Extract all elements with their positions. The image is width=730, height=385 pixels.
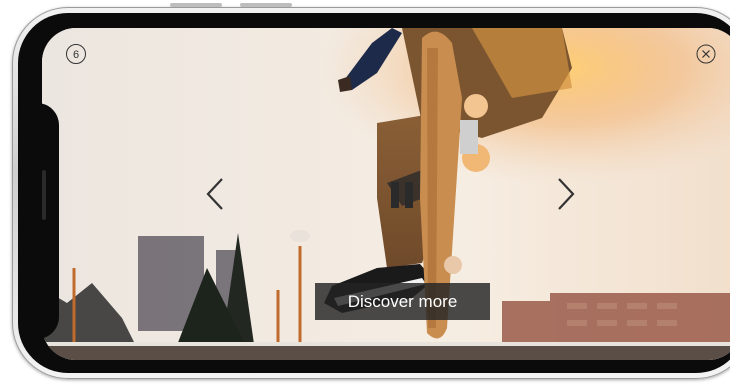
chevron-right-icon[interactable]: [556, 177, 576, 211]
phone-notch: [36, 103, 59, 339]
discover-more-button[interactable]: Discover more: [315, 283, 490, 320]
close-icon[interactable]: [696, 44, 716, 64]
chevron-left-icon[interactable]: [205, 177, 225, 211]
wheel: [464, 94, 488, 118]
phone-speaker: [42, 170, 46, 220]
pause-icon[interactable]: [391, 182, 415, 208]
story-counter: 6: [66, 44, 86, 64]
story-screen: 6 Discover more: [42, 28, 730, 360]
volume-button: [170, 3, 222, 7]
volume-button-2: [240, 3, 292, 7]
